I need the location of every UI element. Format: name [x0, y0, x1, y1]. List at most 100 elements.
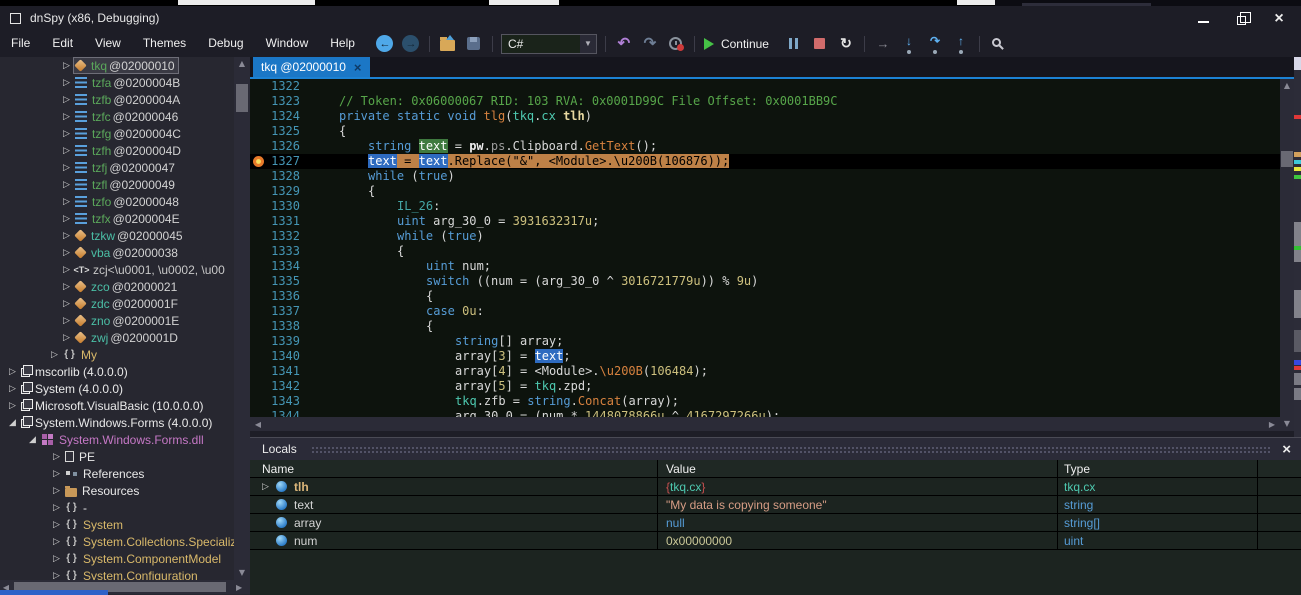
breakpoint-gutter[interactable]: [250, 304, 268, 319]
tab-close-icon[interactable]: ×: [354, 61, 362, 74]
save-module-button[interactable]: [462, 32, 486, 56]
tree-item[interactable]: ▷mscorlib (4.0.0.0): [0, 363, 250, 380]
navigate-back-button[interactable]: ←: [373, 32, 397, 56]
tree-item[interactable]: ▷tzfl @02000049: [0, 176, 250, 193]
history-button[interactable]: [664, 32, 688, 56]
navigate-forward-button[interactable]: →: [399, 32, 423, 56]
code-line-1333[interactable]: 1333{: [250, 244, 1280, 259]
code-line-1339[interactable]: 1339string[] array;: [250, 334, 1280, 349]
tree-item[interactable]: ▷References: [0, 465, 250, 482]
tree-item[interactable]: ▷tzfo @02000048: [0, 193, 250, 210]
scroll-down-icon[interactable]: ▼: [1280, 419, 1294, 429]
current-statement-breakpoint-icon[interactable]: [253, 156, 264, 167]
tree-item[interactable]: ▷tzfc @02000046: [0, 108, 250, 125]
breakpoint-gutter[interactable]: [250, 334, 268, 349]
tree-item[interactable]: ▷zcj<\u0001, \u0002, \u00: [0, 261, 250, 278]
breakpoint-gutter[interactable]: [250, 154, 268, 169]
expander-collapsed-icon[interactable]: ▷: [60, 180, 73, 190]
code-line-1332[interactable]: 1332while (true): [250, 229, 1280, 244]
expander-collapsed-icon[interactable]: ▷: [50, 452, 63, 462]
expander-collapsed-icon[interactable]: ▷: [60, 61, 73, 71]
expander-collapsed-icon[interactable]: ▷: [262, 482, 276, 492]
code-line-1325[interactable]: 1325{: [250, 124, 1280, 139]
expander-collapsed-icon[interactable]: ▷: [6, 384, 19, 394]
code-line-1323[interactable]: 1323// Token: 0x06000067 RID: 103 RVA: 0…: [250, 94, 1280, 109]
tree-item[interactable]: ▷tzfa @0200004B: [0, 74, 250, 91]
breakpoint-gutter[interactable]: [250, 319, 268, 334]
tree-item-label[interactable]: System.Windows.Forms (4.0.0.0): [19, 414, 218, 431]
tree-item[interactable]: ▷Resources: [0, 482, 250, 499]
scrollbar-thumb[interactable]: [1281, 151, 1293, 167]
scroll-left-icon[interactable]: ◀: [252, 420, 264, 430]
tree-item[interactable]: ▷-: [0, 499, 250, 516]
breakpoint-gutter[interactable]: [250, 394, 268, 409]
close-button[interactable]: ×: [1263, 8, 1295, 30]
tree-item-label[interactable]: System.Collections.Specializ: [63, 533, 242, 550]
tree-item-label[interactable]: zcj<\u0001, \u0002, \u00: [73, 261, 231, 278]
expander-collapsed-icon[interactable]: ▷: [60, 282, 73, 292]
code-line-1328[interactable]: 1328while (true): [250, 169, 1280, 184]
stop-debugging-button[interactable]: [808, 32, 832, 56]
open-file-button[interactable]: [436, 32, 460, 56]
tree-item-label[interactable]: tzfg @0200004C: [73, 125, 185, 142]
expander-collapsed-icon[interactable]: ▷: [48, 350, 61, 360]
locals-title-bar[interactable]: Locals ×: [250, 438, 1301, 460]
column-header-type[interactable]: Type: [1058, 460, 1258, 477]
expander-expanded-icon[interactable]: ◢: [6, 418, 19, 428]
breakpoint-gutter[interactable]: [250, 364, 268, 379]
expander-collapsed-icon[interactable]: ▷: [6, 367, 19, 377]
breakpoint-gutter[interactable]: [250, 124, 268, 139]
code-line-1330[interactable]: 1330IL_26:: [250, 199, 1280, 214]
tree-item-label[interactable]: System.ComponentModel: [63, 550, 227, 567]
breakpoint-gutter[interactable]: [250, 139, 268, 154]
code-line-1344[interactable]: 1344arg_30_0 = (num * 1448078866u ^ 4167…: [250, 409, 1280, 417]
code-line-1342[interactable]: 1342array[5] = tkq.zpd;: [250, 379, 1280, 394]
expander-collapsed-icon[interactable]: ▷: [60, 299, 73, 309]
tree-item-label[interactable]: My: [61, 346, 103, 363]
breakpoint-gutter[interactable]: [250, 289, 268, 304]
expander-collapsed-icon[interactable]: ▷: [60, 78, 73, 88]
step-into-button[interactable]: ↓: [897, 32, 921, 56]
tree-item-label[interactable]: tkq @02000010: [73, 57, 179, 74]
tree-item[interactable]: ▷PE: [0, 448, 250, 465]
local-value[interactable]: {tkq.cx}: [658, 478, 1058, 495]
scroll-up-icon[interactable]: ▲: [1280, 81, 1294, 91]
code-line-1326[interactable]: 1326string text = pw.ps.Clipboard.GetTex…: [250, 139, 1280, 154]
tree-item-label[interactable]: mscorlib (4.0.0.0): [19, 363, 134, 380]
tree-item-label[interactable]: System (4.0.0.0): [19, 380, 129, 397]
expander-collapsed-icon[interactable]: ▷: [60, 316, 73, 326]
code-editor[interactable]: 13221323// Token: 0x06000067 RID: 103 RV…: [250, 79, 1280, 417]
breakpoint-gutter[interactable]: [250, 184, 268, 199]
breakpoint-gutter[interactable]: [250, 229, 268, 244]
tree-item[interactable]: ▷zdc @0200001F: [0, 295, 250, 312]
locals-row-array[interactable]: arraynullstring[]: [250, 514, 1301, 532]
tree-item[interactable]: ▷System (4.0.0.0): [0, 380, 250, 397]
code-line-1324[interactable]: 1324private static void tlg(tkq.cx tlh): [250, 109, 1280, 124]
menu-debug[interactable]: Debug: [197, 30, 254, 57]
tree-item-label[interactable]: System: [63, 516, 129, 533]
column-header-name[interactable]: Name: [250, 460, 658, 477]
show-next-statement-button[interactable]: →: [871, 32, 895, 56]
expander-collapsed-icon[interactable]: ▷: [60, 112, 73, 122]
expander-collapsed-icon[interactable]: ▷: [60, 248, 73, 258]
tree-item[interactable]: ▷System.Collections.Specializ: [0, 533, 250, 550]
locals-row-text[interactable]: text"My data is copying someone"string: [250, 496, 1301, 514]
code-line-1327[interactable]: 1327text = text.Replace("&", <Module>.\u…: [250, 154, 1280, 169]
expander-collapsed-icon[interactable]: ▷: [60, 231, 73, 241]
editor-vertical-scrollbar[interactable]: ▲ ▼: [1280, 79, 1294, 431]
menu-help[interactable]: Help: [319, 30, 366, 57]
tree-item-label[interactable]: tzfl @02000049: [73, 176, 179, 193]
code-line-1340[interactable]: 1340array[3] = text;: [250, 349, 1280, 364]
tree-item[interactable]: ▷tzfh @0200004D: [0, 142, 250, 159]
break-all-button[interactable]: [782, 32, 806, 56]
tree-item[interactable]: ◢System.Windows.Forms (4.0.0.0): [0, 414, 250, 431]
scroll-right-icon[interactable]: ▶: [1266, 420, 1278, 430]
language-combobox[interactable]: C# ▼: [501, 34, 597, 54]
local-value[interactable]: 0x00000000: [658, 532, 1058, 549]
locals-row-tlh[interactable]: ▷tlh{tkq.cx}tkq.cx: [250, 478, 1301, 496]
code-line-1343[interactable]: 1343tkq.zfb = string.Concat(array);: [250, 394, 1280, 409]
locals-close-icon[interactable]: ×: [1282, 442, 1291, 457]
tree-item[interactable]: ▷tzfx @0200004E: [0, 210, 250, 227]
tree-item[interactable]: ▷zwj @0200001D: [0, 329, 250, 346]
locals-row-num[interactable]: num0x00000000uint: [250, 532, 1301, 550]
